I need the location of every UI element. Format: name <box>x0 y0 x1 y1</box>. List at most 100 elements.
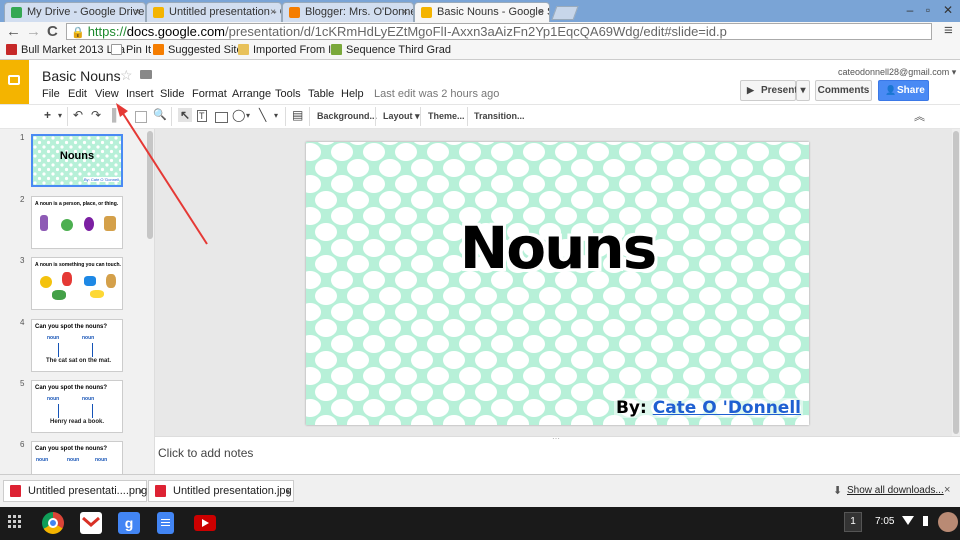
thumb-arrow <box>58 343 59 357</box>
undo-icon[interactable]: ↶ <box>73 108 83 122</box>
tab-close-icon[interactable]: × <box>538 3 544 22</box>
filmstrip-scrollbar[interactable] <box>147 131 153 239</box>
youtube-icon[interactable] <box>194 515 216 531</box>
menu-file[interactable]: File <box>42 88 60 100</box>
maximize-icon[interactable]: ▫ <box>920 3 936 17</box>
menu-slide[interactable]: Slide <box>160 88 184 100</box>
menu-view[interactable]: View <box>95 88 119 100</box>
back-icon[interactable]: ← <box>6 23 21 40</box>
tab-basic-nouns[interactable]: Basic Nouns - Google Sli × <box>414 2 550 22</box>
background-button[interactable]: Background... <box>317 111 377 121</box>
new-slide-dropdown-icon[interactable]: ▾ <box>58 111 62 120</box>
docs-icon[interactable] <box>157 512 174 534</box>
google-search-icon[interactable]: g <box>118 512 140 534</box>
theme-button[interactable]: Theme... <box>428 111 465 121</box>
notes-resize-handle[interactable]: ⋯ <box>552 434 560 443</box>
menu-format[interactable]: Format <box>192 88 227 100</box>
window-close-icon[interactable]: ✕ <box>940 3 956 17</box>
fit-icon[interactable] <box>135 111 147 123</box>
slide-thumbnail-4[interactable]: Can you spot the nouns? noun noun The ca… <box>31 319 123 372</box>
bookmark-suggested-sites[interactable]: Suggested Sites <box>153 44 248 56</box>
slide-byline[interactable]: By: Cate O 'Donnell <box>613 398 803 418</box>
tab-close-icon[interactable]: × <box>134 3 140 22</box>
system-clock[interactable]: 7:05 <box>875 516 894 527</box>
thumb-title: Can you spot the nouns? <box>35 324 107 330</box>
author-link[interactable]: Cate O 'Donnell <box>653 398 801 418</box>
slide-thumbnail-2[interactable]: A noun is a person, place, or thing. <box>31 196 123 249</box>
account-email[interactable]: cateodonnell28@gmail.com ▾ <box>838 67 956 78</box>
menu-tools[interactable]: Tools <box>275 88 301 100</box>
thumb-byline: By: Cate O 'Donnell <box>83 177 119 182</box>
tab-close-icon[interactable]: × <box>270 3 276 22</box>
tab-untitled-presentation[interactable]: Untitled presentation - G × <box>146 2 282 22</box>
tab-my-drive[interactable]: My Drive - Google Drive × <box>4 2 146 22</box>
close-shelf-icon[interactable]: × <box>944 484 950 496</box>
app-launcher-icon[interactable] <box>8 515 22 529</box>
comment-icon[interactable]: ▤ <box>292 108 303 122</box>
shape-icon[interactable]: ◯ <box>232 108 245 122</box>
battery-icon[interactable] <box>923 516 928 526</box>
reload-icon[interactable]: C <box>47 23 58 40</box>
bookmark-folder-imported[interactable]: Imported From IE <box>238 44 339 56</box>
slide-thumbnail-5[interactable]: Can you spot the nouns? noun noun Henry … <box>31 380 123 433</box>
last-edit-status[interactable]: Last edit was 2 hours ago <box>374 88 499 100</box>
tab-blogger[interactable]: Blogger: Mrs. O'Donnell × <box>282 2 414 22</box>
star-icon[interactable]: ☆ <box>120 67 133 84</box>
new-tab-button[interactable] <box>551 6 579 20</box>
new-slide-button[interactable]: + <box>44 108 51 122</box>
textbox-icon[interactable]: T <box>197 110 207 122</box>
avatar[interactable] <box>938 512 958 532</box>
line-icon[interactable]: ╲ <box>259 108 266 122</box>
slide-thumbnail-1[interactable]: Nouns By: Cate O 'Donnell <box>31 134 123 187</box>
gmail-icon[interactable] <box>80 512 102 534</box>
canvas-scrollbar[interactable] <box>952 129 960 436</box>
thumb-arrow <box>92 404 93 418</box>
download-item[interactable]: Untitled presentation.jpg ▴ <box>148 480 294 502</box>
comments-button[interactable]: Comments <box>815 80 872 101</box>
bookmark-pin-it[interactable]: Pin It <box>111 44 151 56</box>
slide-title[interactable]: Nouns <box>306 214 809 282</box>
zoom-icon[interactable]: 🔍 <box>153 108 167 121</box>
image-icon[interactable] <box>215 112 228 123</box>
folder-icon[interactable] <box>140 70 152 79</box>
document-title[interactable]: Basic Nouns <box>42 68 121 84</box>
bookmark-bull-market[interactable]: Bull Market 2013 Lea <box>6 44 125 56</box>
bookmark-sequence[interactable]: Sequence Third Grad <box>331 44 451 56</box>
line-dropdown-icon[interactable]: ▾ <box>274 111 278 120</box>
menu-arrange[interactable]: Arrange <box>232 88 271 100</box>
slide-thumbnail-6[interactable]: Can you spot the nouns? noun noun noun <box>31 441 123 474</box>
chevron-down-icon[interactable]: ▴ <box>286 481 290 501</box>
thumb-arrow <box>58 404 59 418</box>
present-button[interactable]: ▶ Present <box>740 80 798 101</box>
redo-icon[interactable]: ↷ <box>91 108 101 122</box>
shape-dropdown-icon[interactable]: ▾ <box>246 111 250 120</box>
menu-edit[interactable]: Edit <box>68 88 87 100</box>
forward-icon[interactable]: → <box>26 23 41 40</box>
transition-button[interactable]: Transition... <box>474 111 525 121</box>
chevron-down-icon[interactable]: ▴ <box>139 481 143 501</box>
menu-table[interactable]: Table <box>308 88 334 100</box>
slides-logo-icon[interactable] <box>0 60 29 104</box>
menu-insert[interactable]: Insert <box>126 88 154 100</box>
notification-count[interactable]: 1 <box>844 512 862 532</box>
tab-close-icon[interactable]: × <box>402 3 408 22</box>
toolbar-divider <box>467 107 468 126</box>
select-icon[interactable]: ↖ <box>178 108 193 122</box>
share-button[interactable]: 👤 Share <box>878 80 929 101</box>
collapse-toolbar-icon[interactable]: ︽ <box>914 108 925 124</box>
chrome-icon[interactable] <box>42 512 64 534</box>
slide-thumbnail-3[interactable]: A noun is something you can touch. <box>31 257 123 310</box>
layout-button[interactable]: Layout ▾ <box>383 111 420 122</box>
download-item[interactable]: Untitled presentati....png ▴ <box>3 480 147 502</box>
thumb-noun-label: noun <box>82 335 95 341</box>
chrome-menu-icon[interactable]: ≡ <box>944 22 953 39</box>
minimize-icon[interactable]: – <box>902 3 918 17</box>
address-bar[interactable]: 🔒 https://docs.google.com/presentation/d/… <box>66 23 932 40</box>
show-all-downloads-link[interactable]: Show all downloads... <box>847 485 944 496</box>
paint-format-icon[interactable]: ▌ <box>112 108 121 122</box>
notes-placeholder[interactable]: Click to add notes <box>158 446 253 460</box>
present-dropdown-button[interactable]: ▾ <box>796 80 810 101</box>
slide-canvas[interactable]: Nouns By: Cate O 'Donnell <box>306 142 809 425</box>
wifi-icon[interactable] <box>902 516 914 525</box>
menu-help[interactable]: Help <box>341 88 364 100</box>
